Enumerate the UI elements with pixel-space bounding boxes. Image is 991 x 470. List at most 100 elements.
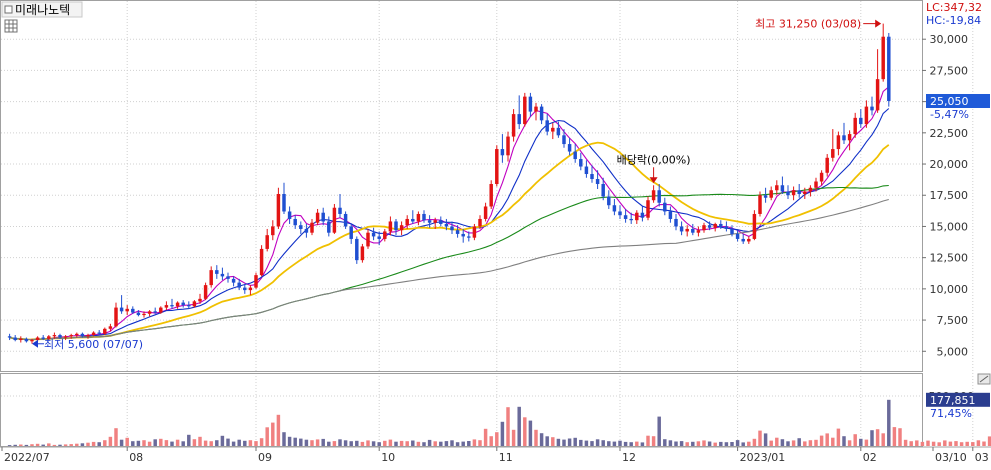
candle-body <box>730 228 734 234</box>
volume-bar <box>103 440 107 446</box>
current-volume-pct: 71,45% <box>930 407 972 420</box>
volume-bar <box>371 441 376 446</box>
y-tick-label: 10,000 <box>930 283 969 296</box>
volume-bar <box>646 435 650 446</box>
volume-bar <box>500 421 505 446</box>
volume-bar <box>618 440 622 446</box>
volume-bar <box>786 441 790 446</box>
volume-bar <box>579 439 583 446</box>
candle-body <box>237 282 241 288</box>
grid-table-icon[interactable] <box>4 19 18 33</box>
candle-body <box>159 307 163 313</box>
volume-bar <box>864 439 869 446</box>
candle-body <box>103 328 107 334</box>
volume-bar <box>696 441 701 446</box>
volume-bar <box>915 440 919 446</box>
volume-bar <box>69 444 73 446</box>
candle-body <box>52 335 57 337</box>
volume-bar <box>735 440 740 446</box>
candle-body <box>164 305 169 308</box>
candle-body <box>640 212 645 218</box>
candle-body <box>808 187 813 192</box>
volume-bar <box>355 440 359 446</box>
candle-body <box>775 185 779 191</box>
volume-bar <box>556 438 561 446</box>
candle-body <box>203 285 208 299</box>
candle-body <box>321 212 325 222</box>
volume-bar <box>108 436 113 446</box>
candle-body <box>735 233 740 239</box>
y-tick-label: 17,500 <box>930 189 969 202</box>
volume-bar <box>80 443 85 446</box>
candle-body <box>30 340 34 342</box>
volume-bar <box>590 441 594 446</box>
candle-body <box>91 332 96 336</box>
volume-bar <box>147 441 152 446</box>
candle-body <box>875 79 880 111</box>
candle-body <box>433 220 437 223</box>
candle-body <box>310 222 314 233</box>
chart-canvas[interactable]: 30,00027,50025,00022,50020,00017,50015,0… <box>0 0 991 466</box>
y-tick-label: 7,500 <box>937 314 969 327</box>
volume-bar <box>383 440 387 446</box>
current-price-value: 25,050 <box>930 95 969 108</box>
candle-body <box>287 211 292 219</box>
candle-body <box>13 337 17 341</box>
volume-bar <box>780 439 785 446</box>
candle-body <box>153 311 157 313</box>
candle-body <box>265 235 269 249</box>
dividend-annotation-text: 배당락(0,00%) <box>617 153 691 166</box>
candle-body <box>495 149 499 185</box>
volume-bar <box>931 441 936 446</box>
volume-bar <box>567 438 572 446</box>
low-annotation: 최저 5,600 (07/07) <box>32 338 143 351</box>
candle-body <box>483 206 488 219</box>
candle-body <box>651 190 656 201</box>
checkbox-icon[interactable] <box>4 5 13 14</box>
candle-body <box>646 200 650 218</box>
candle-body <box>763 195 768 198</box>
volume-bar <box>248 440 253 446</box>
candle-body <box>623 215 628 219</box>
stock-name-header[interactable]: 미래나노텍 <box>1 1 83 18</box>
lc-readout: LC:347,32 <box>926 1 982 14</box>
candle-body <box>556 127 561 136</box>
volume-bar <box>651 436 656 446</box>
volume-bar <box>170 441 174 446</box>
candle-body <box>192 301 197 307</box>
volume-bar <box>573 437 577 446</box>
volume-bar <box>707 441 712 446</box>
panel-resize-button[interactable] <box>977 373 991 385</box>
volume-bar <box>825 433 829 446</box>
volume-bar <box>220 435 225 446</box>
candle-body <box>383 231 387 239</box>
candle-body <box>635 212 639 221</box>
volume-bar <box>439 441 443 446</box>
stock-chart[interactable]: 30,00027,50025,00022,50020,00017,50015,0… <box>0 0 991 466</box>
volume-bar <box>159 438 163 446</box>
volume-bar <box>52 444 57 446</box>
candle-body <box>282 193 286 212</box>
volume-bar <box>506 407 510 446</box>
candle-body <box>175 302 180 307</box>
volume-bar <box>142 440 146 446</box>
candle-body <box>108 326 113 329</box>
volume-bar <box>730 442 734 446</box>
candle-body <box>601 184 605 197</box>
volume-bar <box>91 441 96 446</box>
candle-body <box>629 218 633 221</box>
volume-bar <box>332 441 337 446</box>
candle-body <box>573 151 577 160</box>
volume-bar <box>19 444 23 446</box>
high-annotation-text: 최고 31,250 (03/08) <box>755 18 861 31</box>
volume-bar <box>187 434 191 446</box>
volume-bar <box>545 436 549 446</box>
volume-bar <box>63 444 68 446</box>
candle-body <box>411 218 415 222</box>
candle-body <box>607 196 611 206</box>
volume-bar <box>612 441 617 446</box>
candle-body <box>595 179 600 185</box>
volume-bar <box>136 440 141 446</box>
volume-bar <box>629 442 633 446</box>
candle-body <box>427 220 432 223</box>
